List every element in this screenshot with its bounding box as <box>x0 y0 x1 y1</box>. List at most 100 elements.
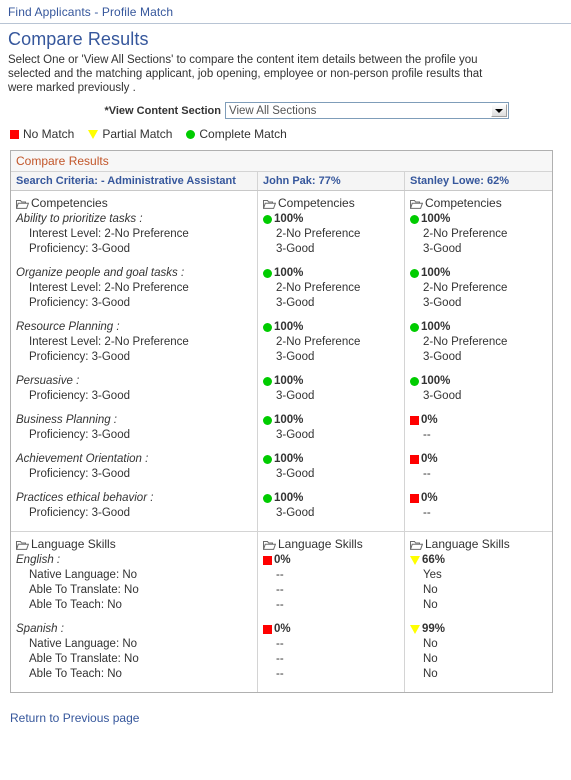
match-percent-row: 100% <box>410 266 552 281</box>
green-circle-icon <box>263 323 272 332</box>
folder-icon <box>16 540 29 550</box>
criteria-item-name: Persuasive : <box>16 375 80 387</box>
candidate-value: 3-Good <box>423 243 462 255</box>
view-content-section-select[interactable]: View All Sections <box>225 102 509 119</box>
section-candidate-column: Competencies 100% 2-No Preference 3-Good 100… <box>405 191 552 531</box>
candidate-value: 3-Good <box>276 429 315 441</box>
section-title: Language Skills <box>410 537 552 552</box>
criteria-item-detail: Proficiency: 3-Good <box>29 507 130 519</box>
match-legend: No Match Partial Match Complete Match <box>10 127 571 141</box>
criteria-item: Resource Planning : Interest Level: 2-No … <box>16 320 257 365</box>
match-percent-row: 99% <box>409 622 552 637</box>
section-title-label: Competencies <box>31 196 108 210</box>
return-to-previous-page-link[interactable]: Return to Previous page <box>10 711 139 725</box>
folder-icon <box>263 540 276 550</box>
candidate-result: 100% 3-Good <box>263 452 404 482</box>
folder-icon <box>263 199 276 209</box>
candidate-result: 99% No No No <box>409 622 552 682</box>
criteria-item: Business Planning : Proficiency: 3-Good <box>16 413 257 443</box>
section-title-label: Competencies <box>278 196 355 210</box>
match-percent-row: 100% <box>410 374 552 389</box>
candidate-value: No <box>423 584 438 596</box>
criteria-item: English : Native Language: No Able To Tran… <box>16 553 257 613</box>
match-percent-row: 100% <box>410 320 552 335</box>
candidate-result: 100% 2-No Preference 3-Good <box>410 212 552 257</box>
match-percent-row: 100% <box>410 212 552 227</box>
match-percent: 100% <box>421 267 451 279</box>
match-percent: 100% <box>421 321 451 333</box>
criteria-item-detail: Able To Teach: No <box>29 599 122 611</box>
criteria-item-detail: Proficiency: 3-Good <box>29 243 130 255</box>
section-title: Language Skills <box>263 537 404 552</box>
green-circle-icon <box>186 129 196 139</box>
criteria-item-detail: Proficiency: 3-Good <box>29 351 130 363</box>
section-title-label: Language Skills <box>425 537 510 551</box>
match-percent: 0% <box>274 623 291 635</box>
match-percent: 100% <box>274 414 304 426</box>
criteria-item: Ability to prioritize tasks : Interest Le… <box>16 212 257 257</box>
criteria-item-detail: Proficiency: 3-Good <box>29 390 130 402</box>
candidate-value: -- <box>276 653 284 665</box>
green-circle-icon <box>263 455 272 464</box>
red-square-icon <box>410 416 419 425</box>
criteria-item: Achievement Orientation : Proficiency: 3-… <box>16 452 257 482</box>
legend-item-partial-match: Partial Match <box>87 127 172 141</box>
candidate-value: -- <box>423 429 431 441</box>
criteria-item: Spanish : Native Language: No Able To Tran… <box>16 622 257 682</box>
column-header-candidate-1: John Pak: 77% <box>258 172 405 190</box>
red-square-icon <box>10 129 19 139</box>
criteria-item-detail: Able To Translate: No <box>29 584 139 596</box>
match-percent-row: 0% <box>263 622 404 637</box>
candidate-value: 3-Good <box>423 351 462 363</box>
chevron-down-icon[interactable] <box>491 104 507 117</box>
compare-grid-header: Search Criteria: - Administrative Assist… <box>11 172 552 191</box>
match-percent-row: 100% <box>263 374 404 389</box>
candidate-value: 3-Good <box>276 468 315 480</box>
candidate-value: No <box>423 653 438 665</box>
section-candidate-column: Language Skills 0% -- -- -- 0% -- -- -- <box>258 532 405 692</box>
candidate-value: 3-Good <box>276 297 315 309</box>
section-title-label: Language Skills <box>278 537 363 551</box>
criteria-item-name: Resource Planning : <box>16 321 120 333</box>
candidate-result: 100% 2-No Preference 3-Good <box>410 266 552 311</box>
candidate-result: 0% -- <box>410 413 552 443</box>
match-percent-row: 100% <box>263 266 404 281</box>
candidate-value: 2-No Preference <box>423 282 508 294</box>
candidate-value: 3-Good <box>276 507 315 519</box>
view-content-section-value: View All Sections <box>229 105 317 117</box>
yellow-triangle-icon <box>409 624 421 634</box>
candidate-value: -- <box>423 507 431 519</box>
candidate-value: 3-Good <box>423 297 462 309</box>
section-title: Competencies <box>410 196 552 211</box>
section-title-label: Competencies <box>425 196 502 210</box>
candidate-value: -- <box>423 468 431 480</box>
match-percent: 0% <box>421 453 438 465</box>
green-circle-icon <box>263 494 272 503</box>
section-criteria-column: Competencies Ability to prioritize tasks … <box>11 191 258 531</box>
legend-item-complete-match: Complete Match <box>186 127 287 141</box>
candidate-value: 3-Good <box>276 390 315 402</box>
candidate-result: 100% 2-No Preference 3-Good <box>410 320 552 365</box>
candidate-result: 0% -- <box>410 491 552 521</box>
green-circle-icon <box>410 377 419 386</box>
criteria-item-detail: Interest Level: 2-No Preference <box>29 336 189 348</box>
folder-icon <box>410 540 423 550</box>
yellow-triangle-icon <box>87 128 100 139</box>
green-circle-icon <box>263 377 272 386</box>
breadcrumb-link-find-applicants[interactable]: Find Applicants - Profile Match <box>8 5 173 19</box>
candidate-result: 66% Yes No No <box>409 553 552 613</box>
section-title: Competencies <box>16 196 257 211</box>
section-title-label: Language Skills <box>31 537 116 551</box>
match-percent-row: 0% <box>263 553 404 568</box>
candidate-result: 100% 3-Good <box>263 374 404 404</box>
match-percent: 0% <box>421 414 438 426</box>
match-percent: 100% <box>274 267 304 279</box>
candidate-value: No <box>423 668 438 680</box>
candidate-value: -- <box>276 638 284 650</box>
match-percent: 100% <box>274 453 304 465</box>
match-percent: 100% <box>274 321 304 333</box>
criteria-item-name: Achievement Orientation : <box>16 453 149 465</box>
candidate-value: -- <box>276 569 284 581</box>
green-circle-icon <box>410 323 419 332</box>
breadcrumb: Find Applicants - Profile Match <box>0 0 571 24</box>
